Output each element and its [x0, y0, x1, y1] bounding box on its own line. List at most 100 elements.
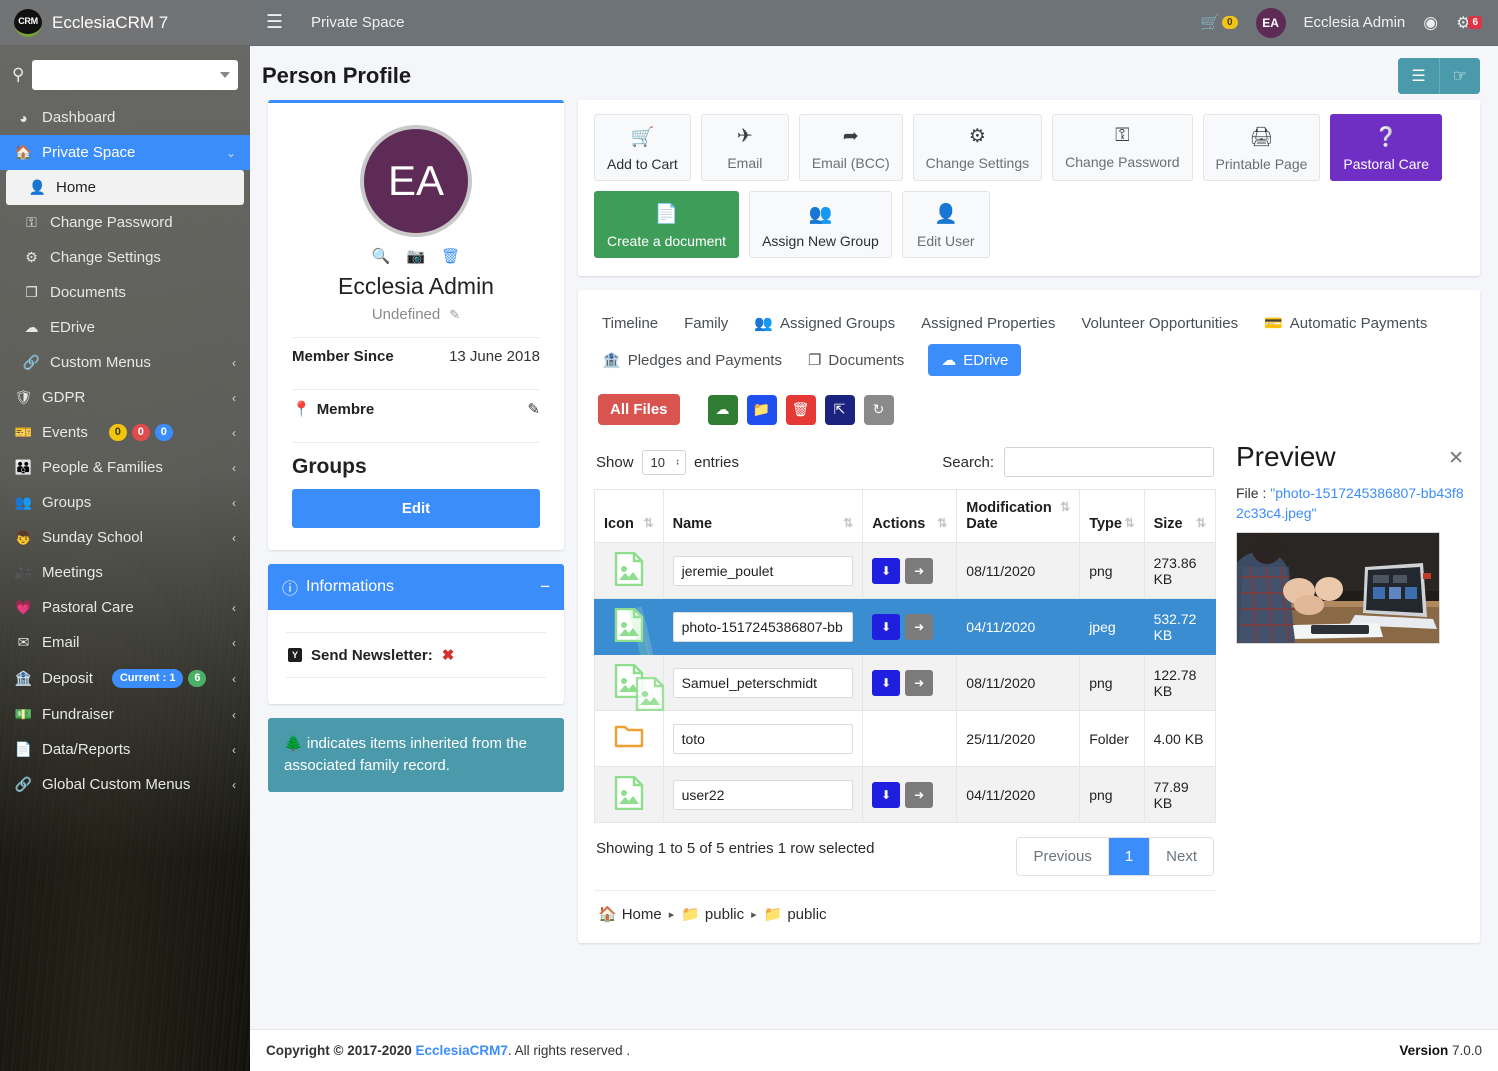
- sidebar-item-documents[interactable]: ❐ Documents: [0, 275, 250, 310]
- tab-assigned-groups[interactable]: 👥 Assigned Groups: [752, 308, 897, 338]
- tab-documents[interactable]: ❐ Documents: [806, 345, 906, 375]
- settings-button[interactable]: ⚙ 6: [1456, 13, 1482, 33]
- sidebar-item-gdpr[interactable]: 🛡 GDPR ‹: [0, 380, 250, 415]
- list-view-button[interactable]: ☰: [1398, 58, 1439, 94]
- tab-pledges-and-payments[interactable]: 🏦 Pledges and Payments: [600, 345, 784, 375]
- th-type[interactable]: Type ⇅: [1079, 489, 1145, 543]
- brand[interactable]: CRM EcclesiaCRM 7: [0, 0, 250, 46]
- refresh-button[interactable]: ↻: [863, 394, 894, 425]
- sidebar-item-edrive[interactable]: ☁ EDrive: [0, 310, 250, 345]
- previous-page-button[interactable]: Previous: [1017, 838, 1108, 875]
- tab-edrive[interactable]: ☁ EDrive: [928, 344, 1022, 376]
- row-name-cell[interactable]: Samuel_peterschmidt: [662, 654, 864, 711]
- minus-icon[interactable]: −: [540, 578, 550, 595]
- cart-button[interactable]: 🛒 0: [1200, 13, 1238, 33]
- th-actions[interactable]: Actions ⇅: [862, 489, 958, 543]
- breadcrumb-item-public-2[interactable]: 📁 public: [764, 905, 827, 924]
- tab-volunteer-opportunities[interactable]: Volunteer Opportunities: [1079, 309, 1240, 338]
- file-name-input[interactable]: jeremie_poulet: [672, 555, 854, 586]
- add-to-cart-button[interactable]: 🛒 Add to Cart: [594, 114, 691, 181]
- sidebar-item-people-families[interactable]: 👪 People & Families ‹: [0, 450, 250, 485]
- file-name-input[interactable]: toto: [672, 723, 854, 754]
- sidebar-item-events[interactable]: 🎫 Events 0 0 0 ‹: [0, 415, 250, 450]
- breadcrumb-item-public-1[interactable]: 📁 public: [681, 905, 744, 924]
- sidebar-item-private-space[interactable]: 🏠 Private Space ⌄ 👤 Home ⚿ Change Passwo…: [0, 135, 250, 380]
- download-icon[interactable]: ⬇: [872, 557, 901, 584]
- avatar[interactable]: EA: [1255, 7, 1286, 38]
- assign-new-group-button[interactable]: 👥 Assign New Group: [749, 191, 892, 258]
- close-icon[interactable]: ✕: [1448, 447, 1464, 470]
- new-folder-button[interactable]: 📁: [746, 394, 777, 425]
- hamburger-icon[interactable]: ☰: [266, 11, 283, 34]
- upload-button[interactable]: ☁: [707, 394, 738, 425]
- row-name-cell[interactable]: toto: [662, 710, 864, 767]
- email-button[interactable]: ✈ Email: [700, 114, 789, 181]
- sidebar-item-global-custom-menus[interactable]: 🔗 Global Custom Menus ‹: [0, 767, 250, 802]
- preview-file-name[interactable]: "photo-1517245386807-bb43f82c33c4.jpeg": [1236, 485, 1464, 521]
- search-input[interactable]: [1004, 447, 1214, 477]
- share-icon[interactable]: ➜: [905, 557, 934, 584]
- sidebar-item-email[interactable]: ✉ Email ‹: [0, 625, 250, 660]
- share-icon[interactable]: ➜: [905, 669, 934, 696]
- pastoral-care-button[interactable]: ❔ Pastoral Care: [1330, 114, 1442, 181]
- th-name[interactable]: ⇅ Name: [662, 489, 864, 543]
- sidebar-item-sunday-school[interactable]: 👦 Sunday School ‹: [0, 520, 250, 555]
- download-icon[interactable]: ⬇: [872, 613, 901, 640]
- printable-page-button[interactable]: 🖨 Printable Page: [1202, 114, 1321, 181]
- sidebar-item-data-reports[interactable]: 📄 Data/Reports ‹: [0, 732, 250, 767]
- table-row[interactable]: jeremie_poulet ⬇ ➜ 08/11/2020 png 273.86…: [594, 542, 1217, 599]
- tab-automatic-payments[interactable]: 💳 Automatic Payments: [1262, 308, 1429, 338]
- sidebar-item-custom-menus[interactable]: 🔗 Custom Menus ‹: [0, 345, 250, 380]
- share-icon[interactable]: ➜: [905, 781, 934, 808]
- change-password-button[interactable]: ⚿ Change Password: [1052, 114, 1193, 181]
- all-files-button[interactable]: All Files: [598, 394, 680, 425]
- lifebuoy-icon[interactable]: ◉: [1423, 13, 1438, 33]
- file-name-input[interactable]: user22: [672, 779, 854, 810]
- download-icon[interactable]: ⬇: [872, 669, 901, 696]
- tab-assigned-properties[interactable]: Assigned Properties: [919, 309, 1057, 338]
- table-row[interactable]: user22 ⬇ ➜ 04/11/2020 png 77.89 KB: [594, 766, 1217, 823]
- hand-pointer-button[interactable]: ☞: [1438, 58, 1480, 94]
- edit-classification-icon[interactable]: ✎: [527, 400, 540, 418]
- file-name-input[interactable]: photo-1517245386807-bb: [672, 611, 854, 642]
- row-name-cell[interactable]: photo-1517245386807-bb: [662, 598, 864, 655]
- th-modification-date[interactable]: ⇅ Modification Date: [956, 489, 1081, 543]
- email-bcc-button[interactable]: ➦ Email (BCC): [798, 114, 903, 181]
- th-icon[interactable]: Icon ⇅: [594, 489, 664, 543]
- edit-subtitle-icon[interactable]: ✎: [449, 307, 460, 323]
- page-size-select[interactable]: 10 ↕: [641, 449, 686, 475]
- zoom-photo-icon[interactable]: 🔍: [372, 247, 391, 265]
- delete-photo-icon[interactable]: 🗑: [441, 247, 460, 265]
- user-name[interactable]: Ecclesia Admin: [1304, 14, 1406, 31]
- row-name-cell[interactable]: jeremie_poulet: [662, 542, 864, 599]
- download-icon[interactable]: ⬇: [872, 781, 901, 808]
- delete-button[interactable]: 🗑: [785, 394, 816, 425]
- tab-family[interactable]: Family: [682, 309, 730, 338]
- footer-brand-link[interactable]: EcclesiaCRM7: [416, 1043, 508, 1058]
- sidebar-search[interactable]: ⚲: [0, 46, 250, 100]
- sidebar-item-meetings[interactable]: 🎥 Meetings: [0, 555, 250, 590]
- camera-icon[interactable]: 📷: [406, 247, 425, 265]
- edit-user-button[interactable]: 👤 Edit User: [901, 191, 990, 258]
- sidebar-item-groups[interactable]: 👥 Groups ‹: [0, 485, 250, 520]
- th-size[interactable]: Size ⇅: [1143, 489, 1217, 543]
- next-page-button[interactable]: Next: [1149, 838, 1213, 875]
- sidebar-item-change-password[interactable]: ⚿ Change Password: [0, 205, 250, 240]
- tab-timeline[interactable]: Timeline: [600, 309, 660, 338]
- sidebar-item-fundraiser[interactable]: 💵 Fundraiser ‹: [0, 697, 250, 732]
- sidebar-item-home[interactable]: 👤 Home: [6, 170, 244, 205]
- topnav-space-label[interactable]: Private Space: [311, 14, 404, 31]
- sidebar-item-deposit[interactable]: 🏦 Deposit Current : 1 6 ‹: [0, 660, 250, 697]
- search-input[interactable]: [32, 60, 238, 90]
- breadcrumb-item-home[interactable]: 🏠 Home: [598, 905, 662, 924]
- row-name-cell[interactable]: user22: [662, 766, 864, 823]
- sidebar-item-change-settings[interactable]: ⚙ Change Settings: [0, 240, 250, 275]
- move-up-button[interactable]: ⇱: [824, 394, 855, 425]
- table-row[interactable]: Samuel_peterschmidt ⬇ ➜ 08/11/2020 png 1…: [594, 654, 1217, 712]
- share-icon[interactable]: ➜: [905, 613, 934, 640]
- create-document-button[interactable]: 📄 Create a document: [594, 191, 740, 258]
- edit-groups-button[interactable]: Edit: [292, 489, 540, 528]
- table-row[interactable]: photo-1517245386807-bb ⬇ ➜ 04/11/2020 jp…: [594, 598, 1217, 718]
- page-1-button[interactable]: 1: [1107, 838, 1150, 875]
- sidebar-item-dashboard[interactable]: ◕ Dashboard: [0, 100, 250, 135]
